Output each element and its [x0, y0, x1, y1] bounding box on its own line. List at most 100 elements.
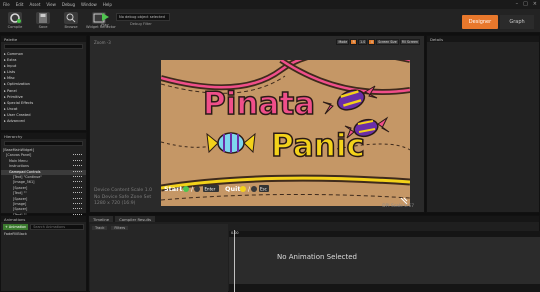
visibility-icon[interactable] — [73, 170, 82, 174]
animations-panel: Animations + Animation Search Animations… — [0, 215, 87, 292]
browse-icon — [64, 12, 78, 24]
device-info: Device Content Scale 1.0 No Device Safe … — [94, 188, 152, 208]
palette-category-label: Panel — [6, 88, 17, 93]
menu-debug[interactable]: Debug — [62, 2, 75, 7]
tab-timeline[interactable]: Timeline — [89, 216, 114, 222]
add-track-button[interactable]: Track — [92, 226, 108, 230]
save-icon — [36, 12, 50, 24]
palette-category-label: Advanced — [6, 119, 25, 124]
save-label: Save — [38, 25, 48, 29]
animation-list-item[interactable]: FadeFillBlack — [1, 230, 86, 238]
visibility-icon[interactable] — [73, 197, 82, 201]
tree-item-label: [Image_561] — [13, 180, 35, 185]
empty-state-message: No Animation Selected — [277, 253, 358, 261]
tree-item-label: [Image] — [13, 201, 27, 206]
palette-category-list: ▸ Common ▸ Extra ▸ Input ▸ Lists ▸ Misc … — [1, 51, 86, 124]
menu-view[interactable]: View — [46, 2, 56, 7]
visibility-icon[interactable] — [73, 186, 82, 190]
visibility-icon[interactable] — [73, 175, 82, 179]
tab-compiler-results[interactable]: Compiler Results — [115, 216, 156, 222]
current-time: 0.00 — [231, 231, 239, 235]
details-panel: Details — [426, 35, 540, 213]
visibility-icon[interactable] — [73, 181, 82, 184]
menu-file[interactable]: File — [3, 2, 10, 7]
visibility-icon[interactable] — [73, 154, 82, 157]
visibility-icon[interactable] — [73, 208, 82, 211]
grid-snap-toggle[interactable]: R — [350, 39, 358, 45]
tree-item-label: [BaseMainWidget] — [3, 148, 34, 152]
visibility-icon[interactable] — [73, 165, 82, 168]
filters-button[interactable]: Filters — [111, 226, 129, 230]
tree-item-label: [Canvas Panel] — [6, 153, 32, 158]
timeline-track-area[interactable] — [229, 237, 540, 284]
y-button-icon — [240, 186, 246, 192]
graph-mode-button[interactable]: Graph — [500, 15, 534, 29]
save-button[interactable]: Save — [30, 12, 56, 32]
tree-item-label: Instructions — [9, 164, 29, 169]
b-button-icon — [251, 186, 257, 192]
dpi-scale: DPI Scale 0.67 — [382, 204, 414, 209]
enter-key-label: Enter — [205, 187, 216, 192]
tree-item-label: Main Menu — [9, 158, 28, 163]
designer-viewport[interactable]: Zoom -3 Mode R 1.0 4 Screen Size Fill Sc… — [89, 35, 425, 213]
candy-icon-left — [206, 132, 256, 154]
toolbar: Compile Save Browse Widget Reflector — [0, 9, 540, 33]
palette-category-label: Extra — [6, 58, 17, 63]
palette-category-label: Common — [6, 52, 24, 56]
close-icon[interactable]: × — [533, 1, 537, 7]
animation-search-input[interactable]: Search Animations — [30, 224, 84, 230]
visibility-icon[interactable] — [73, 159, 82, 163]
palette-category-label: Lists — [6, 70, 16, 75]
palette-category-label: User Created — [6, 112, 31, 117]
visibility-icon[interactable] — [73, 202, 82, 206]
game-title-line2: Panic — [271, 128, 365, 164]
fill-screen-dropdown[interactable]: Fill Screen — [399, 39, 420, 45]
screen-size-dropdown[interactable]: Screen Size — [376, 39, 399, 45]
palette-category-label: Special Effects — [6, 100, 34, 105]
compile-icon — [8, 12, 22, 24]
maximize-icon[interactable]: □ — [523, 1, 528, 7]
tree-item-label: Gamepad Controls — [9, 169, 41, 174]
play-button[interactable]: Play — [96, 12, 114, 32]
animations-title: Animations — [1, 216, 86, 222]
candy-icon-top — [322, 85, 378, 115]
hierarchy-search-input[interactable] — [4, 141, 83, 146]
timeline-ruler-bottom[interactable] — [229, 284, 540, 292]
play-icon — [102, 13, 109, 21]
palette-panel: Palette ▸ Common ▸ Extra ▸ Input ▸ Lists… — [0, 35, 87, 131]
palette-category-label: Uncat — [6, 106, 18, 111]
timeline-tabs: Timeline Compiler Results — [89, 216, 539, 222]
canvas-artwork: Pinata Panic Start: / Enter Quit: / Esc — [161, 60, 410, 205]
tree-item-label: [Spacer] — [13, 196, 28, 201]
add-animation-button[interactable]: + Animation — [3, 224, 29, 230]
palette-title: Palette — [1, 36, 86, 42]
designer-mode-button[interactable]: Designer — [462, 15, 498, 29]
menu-asset[interactable]: Asset — [29, 2, 40, 7]
minimize-icon[interactable]: – — [516, 1, 519, 7]
menu-window[interactable]: Window — [81, 2, 97, 7]
visibility-icon[interactable] — [73, 192, 82, 195]
details-title: Details — [427, 36, 539, 42]
x-button-icon — [194, 186, 200, 192]
hierarchy-title: Hierarchy — [1, 133, 86, 139]
snap-value[interactable]: 4 — [368, 39, 376, 45]
menu-help[interactable]: Help — [103, 2, 112, 7]
playhead[interactable] — [234, 230, 235, 292]
menu-edit[interactable]: Edit — [16, 2, 24, 7]
hierarchy-panel: Hierarchy [BaseMainWidget] [Canvas Panel… — [0, 132, 87, 217]
mode-toggle[interactable]: Mode — [336, 39, 350, 45]
game-canvas[interactable]: Pinata Panic Start: / Enter Quit: / Esc — [161, 60, 410, 206]
palette-category-label: Primitive — [6, 94, 23, 99]
scale-value[interactable]: 1.0 — [358, 39, 368, 45]
compile-button[interactable]: Compile — [2, 12, 28, 32]
debug-object-select[interactable]: No debug object selected — [116, 13, 170, 21]
browse-label: Browse — [64, 25, 78, 29]
browse-button[interactable]: Browse — [58, 12, 84, 32]
palette-category-label: Misc — [6, 76, 15, 81]
title-bar: File Edit Asset View Debug Window Help –… — [0, 0, 540, 9]
window-controls: – □ × — [516, 1, 537, 7]
palette-category[interactable]: ▸ Advanced — [1, 118, 86, 124]
palette-search-input[interactable] — [4, 44, 83, 49]
debug-filter-label: Debug Filter — [130, 22, 152, 26]
palette-category-label: Input — [6, 64, 17, 69]
